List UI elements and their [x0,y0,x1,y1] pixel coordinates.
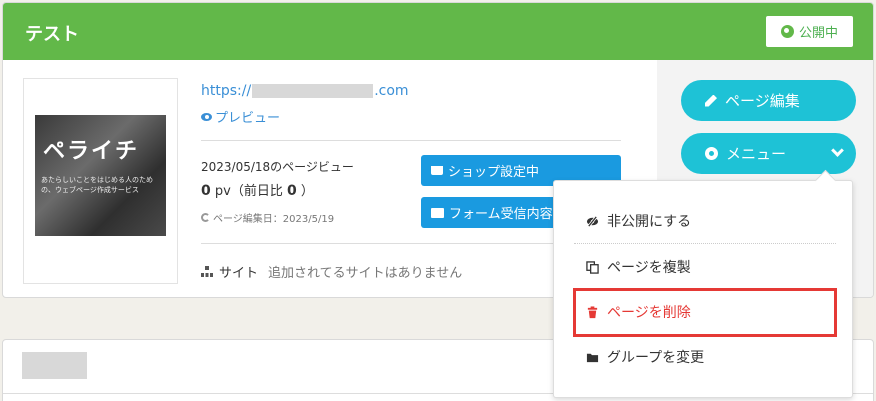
url-prefix: https:// [201,83,252,99]
page-title: テスト [25,24,79,45]
preview-link[interactable]: プレビュー [201,107,280,126]
mail-icon [431,207,444,218]
redacted-title [22,352,87,379]
copy-icon [586,260,599,274]
site-empty-text: 追加されてるサイトはありません [268,266,463,281]
menu-item-delete[interactable]: ページを削除 [586,302,691,322]
page-menu-dropdown: 非公開にする ページを複製 ページを削除 グループを変更 [553,180,853,398]
pv-diff-value: 0 [286,183,297,199]
edited-date: ページ編集日：2023/5/19 [201,210,334,225]
edit-button-label: ページ編集 [725,92,800,110]
cart-icon [431,166,443,175]
sitemap-icon [201,266,213,277]
page-thumbnail[interactable]: ペライチ あたらしいことをはじめる人のための、ウェブページ作成サービス [35,115,166,236]
pv-count-value: 0 [201,183,211,199]
divider [201,140,621,141]
menu-button-label: メニュー [726,145,787,163]
gear-icon [705,147,718,160]
pencil-icon [705,94,717,107]
url-suffix: .com [374,83,409,99]
status-badge[interactable]: 公開中 [766,16,853,47]
menu-separator [574,243,836,244]
menu-item-change-group[interactable]: グループを変更 [586,347,704,367]
eye-slash-icon [586,215,599,227]
menu-item-label: 非公開にする [607,214,692,230]
thumbnail-subtitle: あたらしいことをはじめる人のための、ウェブページ作成サービス [41,176,153,194]
menu-item-label: グループを変更 [607,350,705,366]
edited-label: ページ編集日：2023/5/19 [213,214,335,225]
eye-icon [201,112,212,121]
shop-button-label: ショップ設定中 [448,165,540,180]
pv-date: 2023/05/18のページビュー [201,160,354,174]
menu-item-unpublish[interactable]: 非公開にする [586,211,691,231]
pv-close: ） [300,184,314,199]
menu-item-label: ページを削除 [607,305,691,321]
globe-icon [780,25,794,38]
menu-button[interactable]: メニュー [681,133,856,174]
site-row: サイト 追加されてるサイトはありません [201,262,462,281]
refresh-icon [201,213,210,222]
thumbnail-title: ペライチ [43,139,140,164]
status-label: 公開中 [798,26,838,41]
pv-count: 0 pv（前日比 0 ） [201,180,314,199]
card-header: テスト 公開中 [3,3,873,60]
url-redacted [252,84,374,98]
form-button-label: フォーム受信内容 [449,207,553,222]
edit-page-button[interactable]: ページ編集 [681,80,856,121]
menu-item-duplicate[interactable]: ページを複製 [586,257,691,277]
site-label: サイト [219,266,259,281]
page-url-link[interactable]: https:// .com [201,83,409,99]
thumbnail-frame: ペライチ あたらしいことをはじめる人のための、ウェブページ作成サービス [23,78,178,284]
folder-icon [586,353,599,362]
menu-item-label: ページを複製 [607,260,691,276]
chevron-down-icon [831,144,844,157]
preview-label: プレビュー [215,111,281,126]
trash-icon [587,305,598,318]
pv-unit: pv（前日比 [214,184,283,199]
